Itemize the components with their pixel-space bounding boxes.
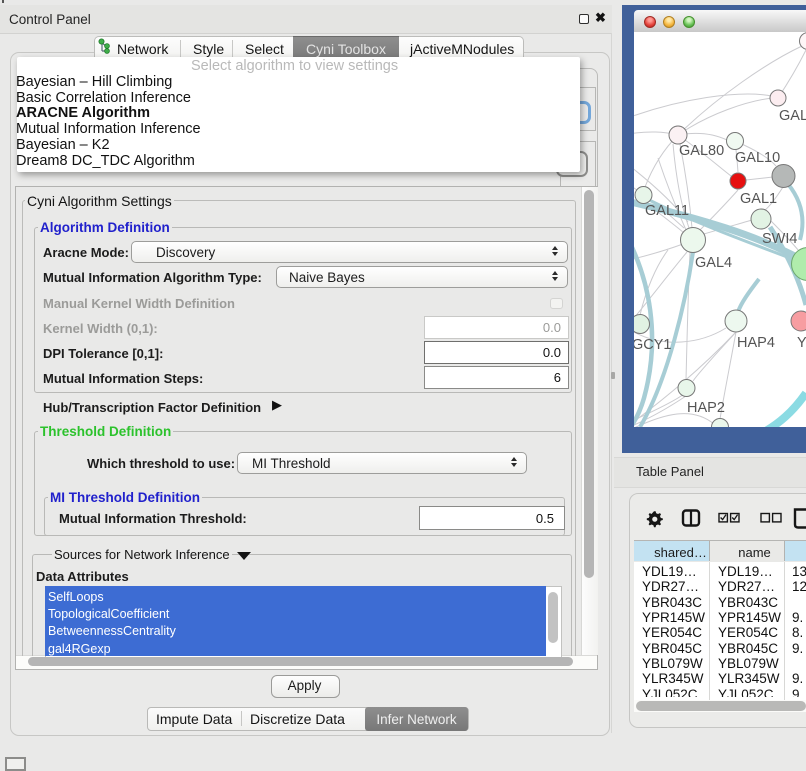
svg-text:GAL10: GAL10 [735,150,780,166]
svg-text:Y: Y [797,335,806,351]
svg-text:GAL11: GAL11 [645,203,689,219]
svg-text:GCY1: GCY1 [634,337,672,353]
svg-text:SWI4: SWI4 [762,231,797,247]
svg-text:GAL4: GAL4 [695,255,732,271]
svg-text:GAL80: GAL80 [679,143,724,159]
svg-text:GAL1: GAL1 [740,191,777,207]
svg-text:GAL: GAL [779,108,806,124]
svg-text:HAP4: HAP4 [737,335,775,351]
svg-text:HAP2: HAP2 [687,400,725,416]
